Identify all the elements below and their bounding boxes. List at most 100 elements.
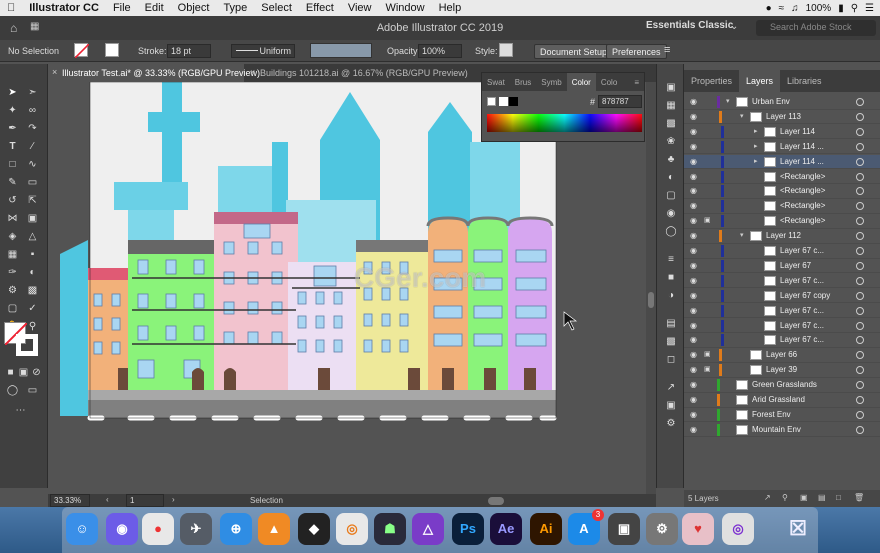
layer-name[interactable]: Layer 67 c...	[780, 246, 824, 255]
menu-object[interactable]: Object	[171, 2, 217, 14]
after-effects-icon[interactable]: Ae	[490, 513, 522, 545]
rectangle-tool-icon[interactable]: □	[6, 158, 19, 171]
system-preferences-icon[interactable]: ⚙	[646, 513, 678, 545]
tab-libraries[interactable]: Libraries	[780, 70, 829, 92]
layer-name[interactable]: Layer 114 ...	[780, 157, 824, 166]
hex-input[interactable]: 878787	[598, 95, 642, 108]
trash-icon[interactable]: ☒	[782, 513, 814, 545]
collapse-triangle-icon[interactable]: ▾	[740, 231, 744, 239]
target-circle-icon[interactable]	[856, 425, 864, 434]
none-swatch[interactable]	[487, 97, 496, 106]
image-trace-icon[interactable]: ▣	[665, 82, 677, 94]
type-tool-icon[interactable]: T	[6, 140, 19, 153]
menu-help[interactable]: Help	[432, 2, 469, 14]
collapse-triangle-icon[interactable]: ▾	[726, 97, 730, 105]
selection-tool-icon[interactable]: ➤	[6, 86, 19, 99]
layer-name[interactable]: Layer 67 c...	[780, 306, 824, 315]
cat-app-icon[interactable]: ☗	[374, 513, 406, 545]
graphic-styles-icon[interactable]: ◉	[665, 208, 677, 220]
target-circle-icon[interactable]	[856, 232, 864, 241]
graphic-style-swatch[interactable]	[499, 43, 513, 57]
layer-row[interactable]: ◉ Layer 67 copy	[684, 289, 880, 304]
screenshot-icon[interactable]: ◎	[722, 513, 754, 545]
white-swatch[interactable]	[499, 97, 508, 106]
target-circle-icon[interactable]	[856, 396, 864, 404]
vertical-scrollbar[interactable]	[646, 82, 656, 494]
appearance-icon[interactable]: ◯	[665, 226, 677, 238]
document-setup-button[interactable]: Document Setup	[534, 44, 614, 59]
swatches-panel-icon[interactable]: ▩	[665, 118, 677, 130]
visibility-eye-icon[interactable]: ◉	[690, 246, 697, 255]
expand-triangle-icon[interactable]: ▸	[754, 157, 758, 165]
tab-illustrator-test[interactable]: Illustrator Test.ai* @ 33.33% (RGB/GPU P…	[48, 64, 260, 82]
fill-swatch[interactable]	[74, 43, 89, 58]
width-tool-icon[interactable]: ⋈	[6, 212, 19, 225]
visibility-eye-icon[interactable]: ◉	[690, 425, 697, 434]
artboards-panel-icon[interactable]: ▣	[665, 400, 677, 412]
stock-search-input[interactable]: Search Adobe Stock	[756, 20, 876, 36]
slice-tool-icon[interactable]: ✓	[26, 302, 39, 315]
eraser-tool-icon[interactable]: ▭	[26, 176, 39, 189]
close-tab-icon[interactable]: ×	[52, 67, 57, 77]
brushes-panel-icon[interactable]: ❀	[665, 136, 677, 148]
lasso-tool-icon[interactable]: ∞	[26, 104, 39, 117]
eyedropper-tool-icon[interactable]: ✑	[6, 266, 19, 279]
target-circle-icon[interactable]	[856, 261, 864, 270]
shape-builder-tool-icon[interactable]: ◈	[6, 230, 19, 243]
summer-app-icon[interactable]: ♥	[682, 513, 714, 545]
artwork[interactable]	[48, 82, 646, 488]
workspace-switcher[interactable]: Essentials Classic	[646, 20, 733, 31]
layer-name[interactable]: <Rectangle>	[780, 201, 825, 210]
layer-row[interactable]: ◉ Arid Grassland	[684, 393, 880, 408]
stroke-color-swatch[interactable]	[16, 334, 38, 356]
battery-icon[interactable]: ▮	[838, 3, 844, 14]
layer-row[interactable]: ◉ <Rectangle>	[684, 184, 880, 199]
layer-row[interactable]: ◉ ▸ Layer 114 ...	[684, 140, 880, 155]
pathfinder-icon[interactable]: ▩	[665, 336, 677, 348]
target-circle-icon[interactable]	[856, 187, 864, 196]
close-tab-icon[interactable]: ×	[250, 67, 255, 77]
tab-color[interactable]: Color	[566, 73, 596, 91]
safari-icon[interactable]: ⊕	[220, 513, 252, 545]
transform-panel-icon[interactable]: ◻	[665, 354, 677, 366]
layer-name[interactable]: Layer 67	[780, 261, 811, 270]
illustrator-icon[interactable]: Ai	[530, 513, 562, 545]
visibility-eye-icon[interactable]: ◉	[690, 112, 697, 121]
finder-icon[interactable]: ☺	[66, 513, 98, 545]
layer-name[interactable]: Layer 114	[780, 127, 815, 136]
pen-tool-icon[interactable]: ✒	[6, 122, 19, 135]
stroke-profile-select[interactable]: Uniform	[231, 44, 295, 58]
layer-row[interactable]: ◉ Forest Env	[684, 408, 880, 423]
launchpad-icon[interactable]: ✈	[180, 513, 212, 545]
layer-row[interactable]: ◉ Layer 67	[684, 259, 880, 274]
delete-layer-icon[interactable]: 🗑	[854, 493, 864, 502]
visibility-eye-icon[interactable]: ◉	[690, 142, 697, 151]
scroll-thumb[interactable]	[648, 292, 654, 308]
artboard-tool-icon[interactable]: ▢	[6, 302, 19, 315]
visibility-eye-icon[interactable]: ◉	[690, 365, 697, 374]
horizontal-scroll-thumb[interactable]	[488, 497, 504, 505]
next-artboard-icon[interactable]: ›	[172, 495, 175, 504]
layer-row[interactable]: ◉ ▣ Layer 66	[684, 348, 880, 363]
color-spectrum[interactable]	[487, 114, 642, 132]
opacity-field[interactable]: 100%	[418, 44, 462, 58]
layer-row[interactable]: ◉ Layer 67 c...	[684, 333, 880, 348]
black-swatch[interactable]	[509, 97, 518, 106]
lock-icon[interactable]: ▣	[704, 350, 711, 358]
preferences-button[interactable]: Preferences	[606, 44, 667, 59]
layer-name[interactable]: Layer 67 c...	[780, 335, 824, 344]
screen-mode-icon[interactable]: ▭	[26, 384, 39, 397]
siri-icon[interactable]: ◉	[106, 513, 138, 545]
target-circle-icon[interactable]	[856, 157, 864, 166]
paintbrush-tool-icon[interactable]: ∿	[26, 158, 39, 171]
visibility-eye-icon[interactable]: ◉	[690, 410, 697, 419]
mesh-tool-icon[interactable]: ▦	[6, 248, 19, 261]
scale-tool-icon[interactable]: ⇱	[26, 194, 39, 207]
layer-name[interactable]: Layer 66	[766, 350, 797, 359]
tab-layers[interactable]: Layers	[739, 70, 781, 92]
layer-row[interactable]: ◉ Mountain Env	[684, 423, 880, 438]
layer-name[interactable]: Arid Grassland	[752, 395, 805, 404]
layer-row[interactable]: ◉ ▾ Layer 112	[684, 229, 880, 244]
visibility-eye-icon[interactable]: ◉	[690, 380, 697, 389]
battery-percent[interactable]: 100%	[806, 3, 832, 14]
